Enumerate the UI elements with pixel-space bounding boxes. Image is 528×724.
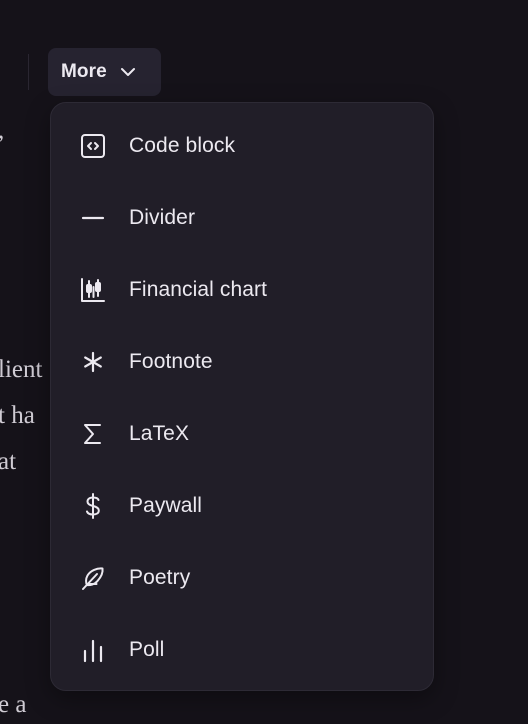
editor-text-fragment: lient <box>0 356 43 383</box>
menu-item-footnote[interactable]: Footnote <box>51 326 433 398</box>
menu-item-label: Footnote <box>129 350 213 373</box>
chevron-down-icon <box>118 62 138 82</box>
menu-item-label: LaTeX <box>129 422 190 445</box>
editor-text-fragment: e a <box>0 691 27 718</box>
code-block-icon <box>79 132 107 160</box>
menu-item-code-block[interactable]: Code block <box>51 110 433 182</box>
editor-text-fragment: at <box>0 448 17 475</box>
sigma-icon <box>79 420 107 448</box>
editor-text-fragment: , <box>0 118 4 143</box>
menu-item-divider[interactable]: Divider <box>51 182 433 254</box>
more-dropdown-menu: Code block Divider Financial chart Footn… <box>50 102 434 691</box>
more-dropdown-button[interactable]: More <box>48 48 161 96</box>
divider-icon <box>79 204 107 232</box>
menu-item-poetry[interactable]: Poetry <box>51 542 433 614</box>
menu-item-label: Poetry <box>129 566 191 589</box>
dollar-icon <box>79 492 107 520</box>
editor-text-fragment: t ha <box>0 402 35 429</box>
bar-chart-icon <box>79 636 107 664</box>
menu-item-paywall[interactable]: Paywall <box>51 470 433 542</box>
menu-item-label: Code block <box>129 134 236 157</box>
menu-item-label: Paywall <box>129 494 203 517</box>
menu-item-label: Divider <box>129 206 196 229</box>
financial-chart-icon <box>79 276 107 304</box>
asterisk-icon <box>79 348 107 376</box>
more-button-label: More <box>61 61 107 82</box>
editor-page: , lient t ha at e a More Code block <box>0 0 528 724</box>
menu-item-poll[interactable]: Poll <box>51 614 433 686</box>
feather-icon <box>79 564 107 592</box>
menu-item-label: Poll <box>129 638 165 661</box>
toolbar-divider <box>28 54 29 90</box>
menu-item-financial-chart[interactable]: Financial chart <box>51 254 433 326</box>
menu-item-label: Financial chart <box>129 278 268 301</box>
menu-item-latex[interactable]: LaTeX <box>51 398 433 470</box>
